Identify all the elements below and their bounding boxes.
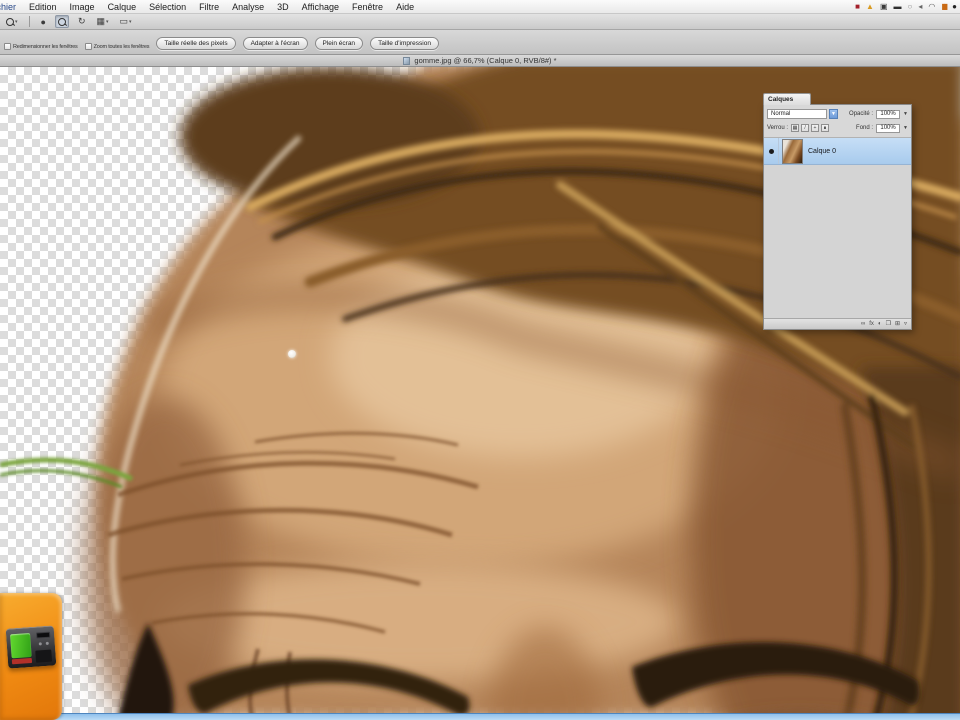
tv-screen xyxy=(10,633,32,659)
layers-panel-controls: Normal ▼ Opacité : 100% ▼ Verrou : ▦ / +… xyxy=(764,105,911,138)
arrange-documents-button[interactable]: ▦ ▾ xyxy=(95,15,111,28)
layers-panel-tab[interactable]: Calques xyxy=(763,93,811,105)
fit-screen-button[interactable]: Adapter à l'écran xyxy=(242,37,308,50)
menu-affichage[interactable]: Affichage xyxy=(302,2,339,12)
checkbox-icon[interactable] xyxy=(4,43,11,50)
layer-name[interactable]: Calque 0 xyxy=(808,148,836,155)
menu-calque[interactable]: Calque xyxy=(108,2,137,12)
clock-icon[interactable]: ● xyxy=(952,0,957,13)
tool-preset-picker[interactable]: ▾ xyxy=(4,15,20,28)
lock-pixels-icon[interactable]: / xyxy=(801,124,810,132)
zoom-tool-icon[interactable] xyxy=(54,15,69,28)
opacity-label: Opacité : xyxy=(849,111,874,117)
tv-control-panel xyxy=(35,649,53,663)
fill-value-field[interactable]: 100% xyxy=(876,123,901,133)
zoom-all-windows-checkbox[interactable]: Zoom toutes les fenêtres xyxy=(84,43,150,50)
divider xyxy=(28,16,30,27)
delete-layer-icon[interactable]: ▿ xyxy=(904,319,907,330)
document-proxy-icon xyxy=(403,56,411,65)
menu-selection[interactable]: Sélection xyxy=(149,2,186,12)
resize-windows-checkbox[interactable]: Redimensionner les fenêtres xyxy=(4,43,78,50)
tv-knob xyxy=(45,641,49,645)
tool-options-bar: Redimensionner les fenêtres Zoom toutes … xyxy=(0,30,960,55)
rotate-view-tool-icon[interactable]: ↻ xyxy=(76,15,88,28)
tv-speaker-slit xyxy=(36,631,51,639)
checkbox-icon[interactable] xyxy=(84,43,92,50)
layer-style-icon[interactable]: fx xyxy=(869,319,874,330)
menu-fenetre[interactable]: Fenêtre xyxy=(352,2,383,12)
menu-bar: Fichier Edition Image Calque Sélection F… xyxy=(0,0,960,14)
actual-pixels-button[interactable]: Taille réelle des pixels xyxy=(156,37,236,50)
input-menu-icon[interactable]: ◂ xyxy=(918,0,922,13)
sync-status-icon[interactable]: ○ xyxy=(908,0,913,13)
blend-mode-select[interactable]: Normal xyxy=(767,109,827,119)
tv-knob xyxy=(38,642,42,646)
layer-thumbnail[interactable] xyxy=(782,138,803,164)
chevron-down-icon[interactable]: ▼ xyxy=(903,111,908,117)
eraser-brush-cursor[interactable] xyxy=(288,350,296,358)
screen-mode-button[interactable]: ▭ ▾ xyxy=(118,15,134,28)
alert-status-icon[interactable]: ▲ xyxy=(866,0,874,13)
tv-red-bar xyxy=(11,657,33,665)
layers-panel-body: Normal ▼ Opacité : 100% ▼ Verrou : ▦ / +… xyxy=(763,104,912,330)
layers-list: Calque 0 xyxy=(764,138,911,318)
screen-mode-icon: ▭ xyxy=(119,16,129,26)
menu-analyse[interactable]: Analyse xyxy=(232,2,264,12)
magnifier-icon xyxy=(57,17,66,26)
battery-icon[interactable]: ▮▮ xyxy=(941,0,948,13)
tv-icon xyxy=(5,625,57,669)
layers-panel-footer: ∞ fx ◐ ❒ ⊞ ▿ xyxy=(764,318,911,329)
chevron-down-icon: ▾ xyxy=(129,18,132,25)
menu-3d[interactable]: 3D xyxy=(277,2,289,12)
menu-items: Fichier Edition Image Calque Sélection F… xyxy=(0,2,414,12)
opacity-value-field[interactable]: 100% xyxy=(876,109,901,119)
record-status-icon[interactable]: ■ xyxy=(855,0,860,13)
video-seek-bar[interactable] xyxy=(0,713,960,720)
document-title: gomme.jpg @ 66,7% (Calque 0, RVB/8#) * xyxy=(414,56,557,65)
menu-edition[interactable]: Edition xyxy=(29,2,57,12)
video-watermark-logo xyxy=(0,593,62,720)
lock-position-icon[interactable]: + xyxy=(811,124,820,132)
menu-filtre[interactable]: Filtre xyxy=(199,2,219,12)
eye-icon xyxy=(768,148,774,154)
wifi-icon[interactable]: ◠ xyxy=(928,0,935,13)
photoshop-window: Fichier Edition Image Calque Sélection F… xyxy=(0,0,960,720)
print-size-button[interactable]: Taille d'impression xyxy=(370,37,439,50)
layer-group-icon[interactable]: ❒ xyxy=(886,319,891,330)
fill-screen-button[interactable]: Plein écran xyxy=(314,37,364,50)
hand-tool-icon[interactable]: ● xyxy=(39,15,48,28)
layers-panel: Calques Normal ▼ Opacité : 100% ▼ Verrou… xyxy=(763,93,912,330)
layer-row-calque-0[interactable]: Calque 0 xyxy=(764,138,911,165)
resize-windows-label: Redimensionner les fenêtres xyxy=(13,43,78,50)
application-bar: ▾ ● ↻ ▦ ▾ ▭ ▾ xyxy=(0,14,960,30)
app-switcher-icon[interactable]: ▣ xyxy=(880,0,888,13)
menu-fichier[interactable]: Fichier xyxy=(0,2,16,12)
link-layers-icon[interactable]: ∞ xyxy=(861,319,865,330)
lock-buttons: ▦ / + ∎ xyxy=(791,124,830,132)
arrange-documents-icon: ▦ xyxy=(96,16,106,26)
visibility-toggle[interactable] xyxy=(764,138,779,164)
chevron-down-icon: ▾ xyxy=(106,18,109,25)
display-menu-icon[interactable]: ▬ xyxy=(894,0,902,13)
adjustment-layer-icon[interactable]: ◐ xyxy=(878,319,882,330)
zoom-all-windows-label: Zoom toutes les fenêtres xyxy=(93,43,150,50)
new-layer-icon[interactable]: ⊞ xyxy=(895,319,900,330)
chevron-down-icon: ▾ xyxy=(15,18,18,25)
chevron-down-icon[interactable]: ▼ xyxy=(829,109,838,119)
tool-preset-zoom-icon xyxy=(6,17,14,26)
lock-transparency-icon[interactable]: ▦ xyxy=(791,124,800,132)
lock-label: Verrou : xyxy=(767,125,789,131)
menu-aide[interactable]: Aide xyxy=(396,2,414,12)
document-title-bar[interactable]: gomme.jpg @ 66,7% (Calque 0, RVB/8#) * xyxy=(0,55,960,67)
fill-label: Fond : xyxy=(856,125,874,131)
menu-image[interactable]: Image xyxy=(70,2,95,12)
chevron-down-icon[interactable]: ▼ xyxy=(903,125,908,131)
system-tray: ■ ▲ ▣ ▬ ○ ◂ ◠ ▮▮ ● xyxy=(855,0,957,13)
lock-all-icon[interactable]: ∎ xyxy=(821,124,830,132)
